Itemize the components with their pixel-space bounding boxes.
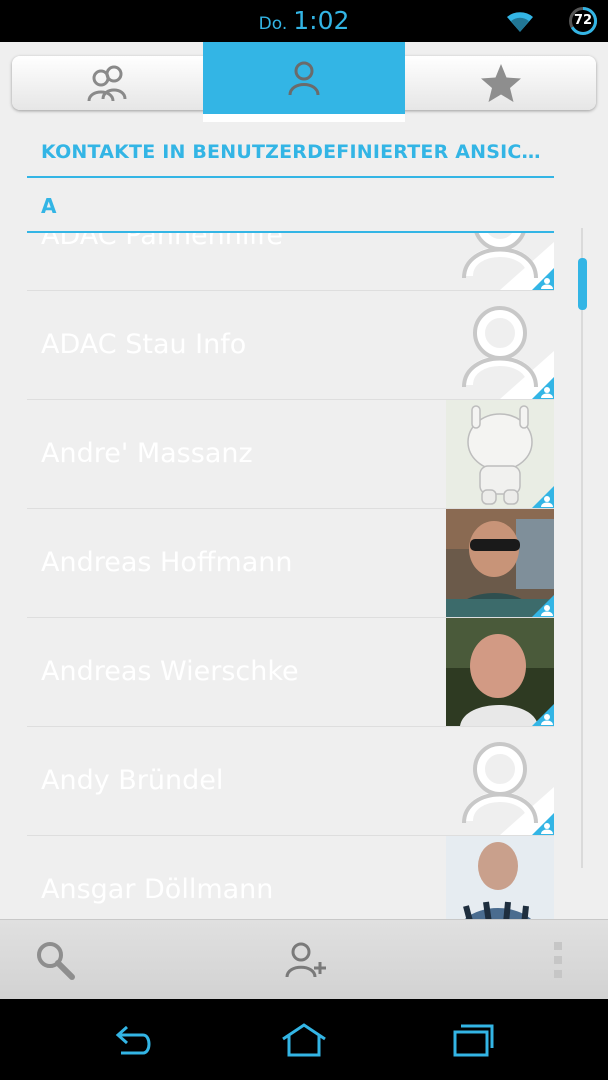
contact-name: ADAC Stau Info <box>41 329 247 360</box>
contact-avatar[interactable] <box>446 291 554 399</box>
overflow-menu-icon <box>554 942 562 978</box>
header-divider <box>27 176 554 178</box>
overflow-menu-button[interactable] <box>530 920 586 1000</box>
page-title: KONTAKTE IN BENUTZERDEFINIERTER ANSIC… <box>41 141 541 163</box>
search-icon <box>37 942 75 980</box>
contact-name: Andreas Wierschke <box>41 656 299 687</box>
contact-row[interactable]: ADAC Stau Info <box>27 291 554 400</box>
contact-badge-icon <box>532 377 554 399</box>
person-icon <box>288 61 320 96</box>
search-button[interactable] <box>0 920 110 1000</box>
tab-groups[interactable] <box>12 56 203 110</box>
tab-favorites[interactable] <box>405 56 596 110</box>
add-contact-icon <box>285 942 326 978</box>
contact-avatar[interactable] <box>446 233 554 290</box>
contact-row[interactable]: Ansgar Döllmann <box>27 836 554 919</box>
contact-name: Andreas Hoffmann <box>41 547 293 578</box>
contact-badge-icon <box>532 268 554 290</box>
contact-row[interactable]: Andy Bründel <box>27 727 554 836</box>
tab-contacts-icon-wrap[interactable] <box>203 42 405 114</box>
recents-button[interactable] <box>428 999 518 1080</box>
contact-avatar[interactable] <box>446 400 554 508</box>
contacts-group-icon <box>87 65 126 102</box>
status-day: Do. <box>258 14 288 34</box>
contact-row[interactable]: ADAC Pannenhilfe <box>27 233 554 291</box>
action-bar <box>0 919 608 1000</box>
contact-row[interactable]: Andre' Massanz <box>27 400 554 509</box>
contact-badge-icon <box>532 595 554 617</box>
battery-level: 72 <box>573 13 593 28</box>
contact-photo <box>446 836 554 919</box>
navigation-bar <box>0 999 608 1080</box>
contact-badge-icon <box>532 704 554 726</box>
status-time: 1:02 <box>293 6 350 35</box>
star-icon <box>480 64 521 102</box>
contact-row[interactable]: Andreas Wierschke <box>27 618 554 727</box>
contact-avatar[interactable] <box>446 727 554 835</box>
contact-badge-icon <box>532 813 554 835</box>
scrollbar-thumb[interactable] <box>578 258 587 310</box>
recent-apps-icon <box>453 1024 494 1056</box>
contact-row[interactable]: Andreas Hoffmann <box>27 509 554 618</box>
contact-avatar[interactable] <box>446 509 554 617</box>
contact-name: ADAC Pannenhilfe <box>41 233 284 251</box>
add-contact-button[interactable] <box>254 920 358 1000</box>
wifi-icon <box>507 12 533 32</box>
section-header: A <box>41 194 57 218</box>
back-button[interactable] <box>90 999 180 1080</box>
status-bar: Do. 1:02 72 <box>0 0 608 42</box>
tab-active-indicator <box>203 114 405 122</box>
back-icon <box>115 1025 151 1054</box>
contact-name: Ansgar Döllmann <box>41 874 274 905</box>
contact-name: Andre' Massanz <box>41 438 253 469</box>
home-button[interactable] <box>258 999 350 1080</box>
contact-avatar[interactable] <box>446 836 554 919</box>
home-icon <box>282 1022 326 1056</box>
contact-list[interactable]: ADAC Pannenhilfe ADAC Stau Info Andre' M… <box>27 233 554 919</box>
contact-avatar[interactable] <box>446 618 554 726</box>
scrollbar-track[interactable] <box>581 228 583 868</box>
contact-badge-icon <box>532 486 554 508</box>
contact-name: Andy Bründel <box>41 765 224 796</box>
